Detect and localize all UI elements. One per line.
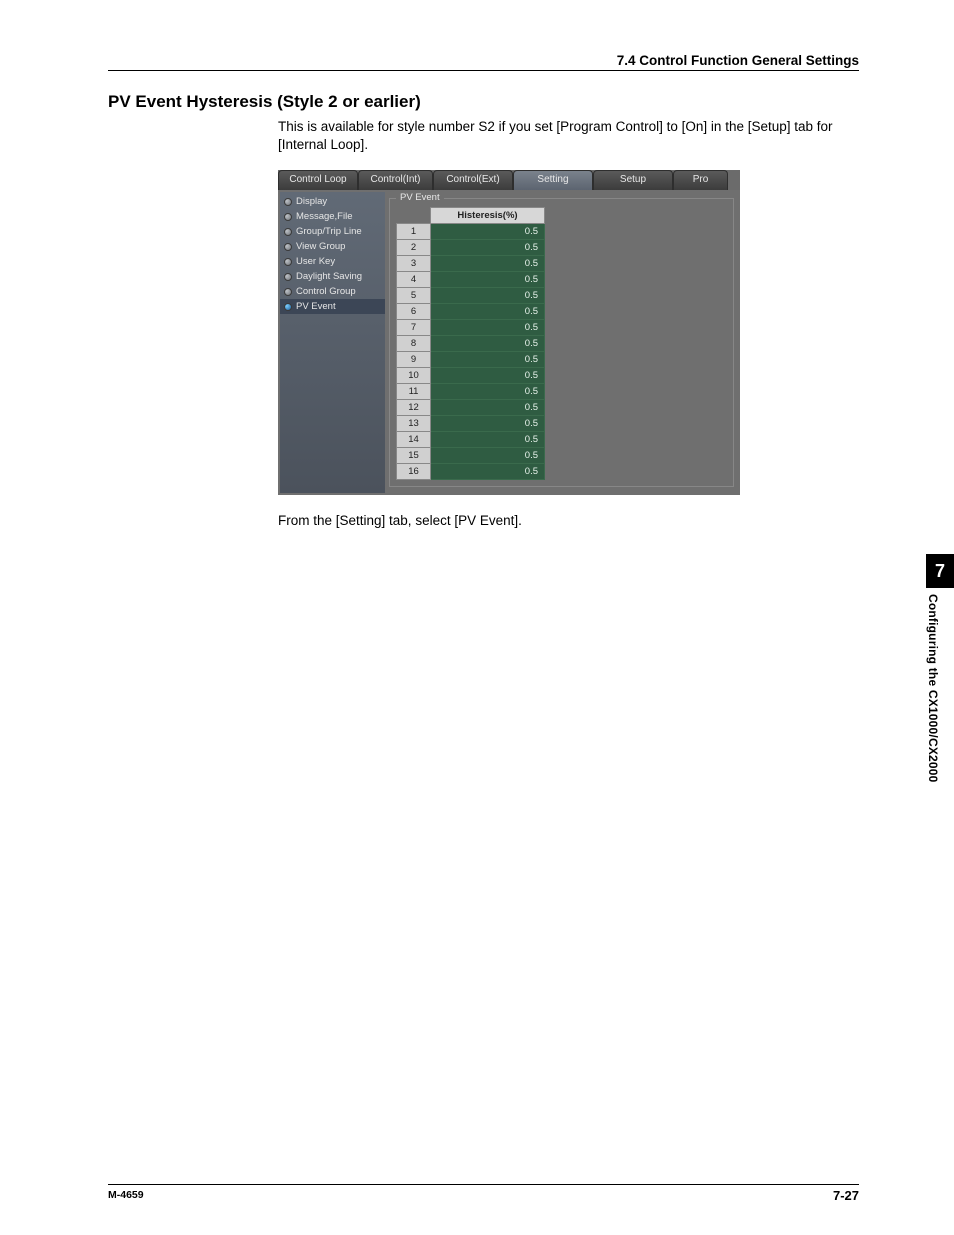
hysteresis-cell[interactable]: 0.5 — [431, 368, 545, 384]
col-header-hysteresis: Histeresis(%) — [431, 208, 545, 224]
instruction-text: From the [Setting] tab, select [PV Event… — [278, 513, 859, 528]
main-panel: PV Event Histeresis(%) 10.520.530.540.55… — [387, 192, 738, 493]
hysteresis-cell[interactable]: 0.5 — [431, 256, 545, 272]
sidebar-item-message-file[interactable]: Message,File — [280, 209, 385, 224]
row-index: 1 — [397, 224, 431, 240]
row-index: 3 — [397, 256, 431, 272]
hysteresis-cell[interactable]: 0.5 — [431, 240, 545, 256]
sidebar-item-label: View Group — [296, 241, 345, 252]
group-title: PV Event — [396, 192, 444, 203]
table-corner — [397, 208, 431, 224]
table-row: 80.5 — [397, 336, 545, 352]
tab-control-int[interactable]: Control(Int) — [358, 170, 433, 190]
row-index: 4 — [397, 272, 431, 288]
page-title: PV Event Hysteresis (Style 2 or earlier) — [108, 92, 859, 112]
header-rule — [108, 70, 859, 71]
sidebar-item-label: Display — [296, 196, 327, 207]
sidebar: Display Message,File Group/Trip Line Vie… — [280, 192, 385, 493]
hysteresis-cell[interactable]: 0.5 — [431, 400, 545, 416]
sidebar-item-label: Message,File — [296, 211, 353, 222]
hysteresis-table: Histeresis(%) 10.520.530.540.550.560.570… — [396, 207, 545, 480]
tab-setup[interactable]: Setup — [593, 170, 673, 190]
app-window: Control Loop Control(Int) Control(Ext) S… — [278, 170, 740, 495]
table-row: 110.5 — [397, 384, 545, 400]
table-row: 70.5 — [397, 320, 545, 336]
hysteresis-cell[interactable]: 0.5 — [431, 272, 545, 288]
bullet-icon — [284, 288, 292, 296]
sidebar-item-label: Control Group — [296, 286, 356, 297]
hysteresis-cell[interactable]: 0.5 — [431, 464, 545, 480]
row-index: 13 — [397, 416, 431, 432]
hysteresis-cell[interactable]: 0.5 — [431, 432, 545, 448]
sidebar-item-view-group[interactable]: View Group — [280, 239, 385, 254]
table-row: 90.5 — [397, 352, 545, 368]
hysteresis-cell[interactable]: 0.5 — [431, 384, 545, 400]
table-row: 160.5 — [397, 464, 545, 480]
footer-doc-id: M-4659 — [108, 1189, 144, 1201]
tab-pro[interactable]: Pro — [673, 170, 728, 190]
row-index: 11 — [397, 384, 431, 400]
footer-rule — [108, 1184, 859, 1185]
bullet-icon — [284, 258, 292, 266]
bullet-icon — [284, 273, 292, 281]
row-index: 9 — [397, 352, 431, 368]
bullet-icon — [284, 243, 292, 251]
hysteresis-cell[interactable]: 0.5 — [431, 304, 545, 320]
sidebar-item-daylight-saving[interactable]: Daylight Saving — [280, 269, 385, 284]
bullet-icon — [284, 213, 292, 221]
sidebar-item-group-trip-line[interactable]: Group/Trip Line — [280, 224, 385, 239]
table-row: 40.5 — [397, 272, 545, 288]
table-row: 120.5 — [397, 400, 545, 416]
tab-bar: Control Loop Control(Int) Control(Ext) S… — [278, 170, 740, 190]
intro-paragraph: This is available for style number S2 if… — [278, 118, 838, 154]
tab-control-loop[interactable]: Control Loop — [278, 170, 358, 190]
row-index: 12 — [397, 400, 431, 416]
hysteresis-cell[interactable]: 0.5 — [431, 448, 545, 464]
sidebar-item-label: Daylight Saving — [296, 271, 362, 282]
sidebar-item-user-key[interactable]: User Key — [280, 254, 385, 269]
tab-control-ext[interactable]: Control(Ext) — [433, 170, 513, 190]
table-row: 20.5 — [397, 240, 545, 256]
row-index: 8 — [397, 336, 431, 352]
hysteresis-cell[interactable]: 0.5 — [431, 288, 545, 304]
sidebar-item-label: User Key — [296, 256, 335, 267]
table-row: 50.5 — [397, 288, 545, 304]
table-row: 140.5 — [397, 432, 545, 448]
pv-event-group: PV Event Histeresis(%) 10.520.530.540.55… — [389, 198, 734, 487]
row-index: 2 — [397, 240, 431, 256]
section-header: 7.4 Control Function General Settings — [617, 53, 859, 68]
sidebar-item-pv-event[interactable]: PV Event — [280, 299, 385, 314]
hysteresis-cell[interactable]: 0.5 — [431, 352, 545, 368]
hysteresis-cell[interactable]: 0.5 — [431, 224, 545, 240]
table-row: 100.5 — [397, 368, 545, 384]
table-row: 150.5 — [397, 448, 545, 464]
chapter-title-vertical: Configuring the CX1000/CX2000 — [926, 588, 947, 783]
chapter-number: 7 — [926, 554, 954, 588]
row-index: 6 — [397, 304, 431, 320]
hysteresis-cell[interactable]: 0.5 — [431, 320, 545, 336]
thumb-index: 7 Configuring the CX1000/CX2000 — [926, 554, 954, 783]
screenshot-figure: Control Loop Control(Int) Control(Ext) S… — [278, 170, 740, 495]
row-index: 14 — [397, 432, 431, 448]
sidebar-item-label: PV Event — [296, 301, 336, 312]
sidebar-item-label: Group/Trip Line — [296, 226, 362, 237]
table-row: 30.5 — [397, 256, 545, 272]
table-row: 10.5 — [397, 224, 545, 240]
bullet-icon — [284, 198, 292, 206]
table-row: 60.5 — [397, 304, 545, 320]
tab-setting[interactable]: Setting — [513, 170, 593, 190]
row-index: 15 — [397, 448, 431, 464]
footer-page-number: 7-27 — [833, 1188, 859, 1203]
bullet-icon — [284, 303, 292, 311]
row-index: 5 — [397, 288, 431, 304]
row-index: 16 — [397, 464, 431, 480]
row-index: 7 — [397, 320, 431, 336]
hysteresis-cell[interactable]: 0.5 — [431, 336, 545, 352]
hysteresis-cell[interactable]: 0.5 — [431, 416, 545, 432]
sidebar-item-display[interactable]: Display — [280, 194, 385, 209]
bullet-icon — [284, 228, 292, 236]
table-row: 130.5 — [397, 416, 545, 432]
sidebar-item-control-group[interactable]: Control Group — [280, 284, 385, 299]
row-index: 10 — [397, 368, 431, 384]
